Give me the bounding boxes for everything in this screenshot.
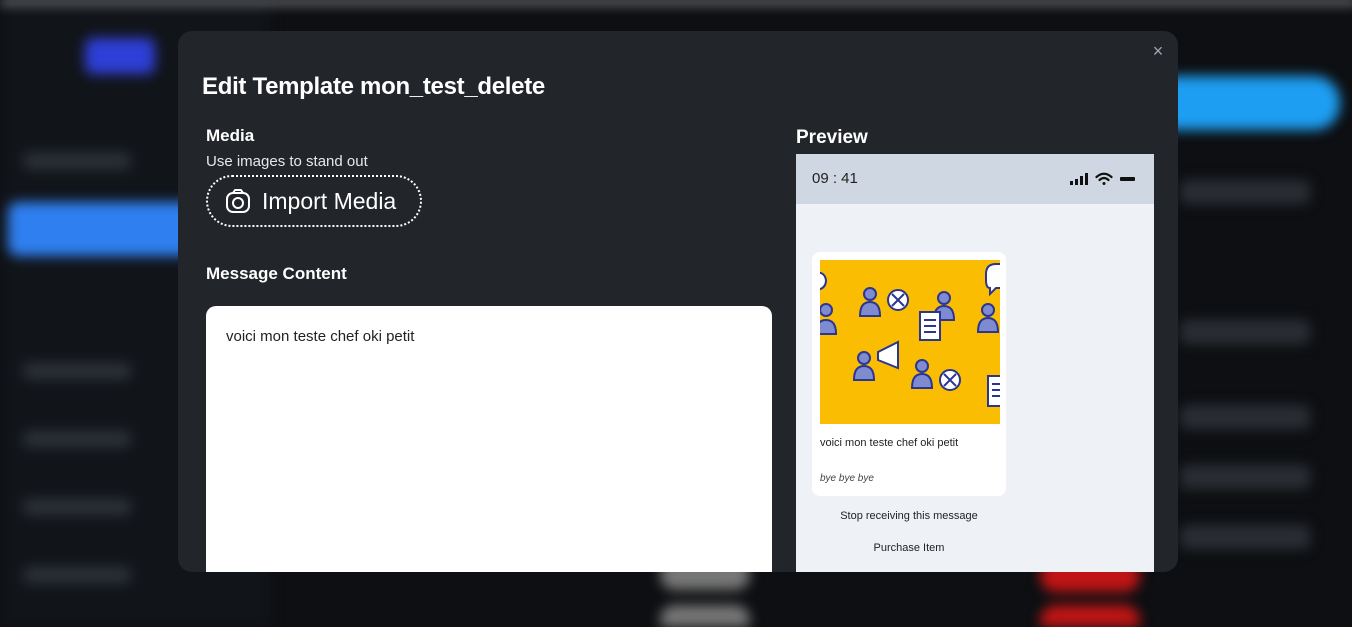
- message-content-label: Message Content: [206, 264, 347, 283]
- right-border: [1352, 0, 1358, 627]
- logo: [85, 38, 155, 74]
- background-badge: [1040, 605, 1140, 627]
- sidebar-item-active: [8, 202, 198, 256]
- background-row: [1180, 405, 1310, 429]
- background-button: [1150, 76, 1340, 130]
- phone-preview: 09 : 41 voici mon teste chef oki petit b…: [796, 154, 1154, 572]
- edit-template-modal: × Edit Template mon_test_delete Media Us…: [178, 31, 1178, 572]
- battery-icon: [1120, 177, 1135, 181]
- quick-reply-stop[interactable]: Stop receiving this message: [812, 510, 1006, 522]
- background-row: [1180, 180, 1310, 204]
- media-label: Media: [206, 126, 255, 145]
- signal-icon: [1070, 173, 1088, 185]
- phone-status-bar: 09 : 41: [796, 154, 1154, 204]
- sidebar-item: [22, 430, 132, 448]
- message-content-input[interactable]: voici mon teste chef oki petit: [206, 306, 772, 572]
- import-media-label: Import Media: [262, 187, 397, 214]
- card-message-text: voici mon teste chef oki petit: [820, 437, 959, 449]
- message-card: voici mon teste chef oki petit bye bye b…: [812, 252, 1006, 496]
- media-subtitle: Use images to stand out: [206, 153, 368, 170]
- camera-icon: [226, 189, 250, 213]
- sidebar-item: [22, 362, 132, 380]
- close-icon[interactable]: ×: [1148, 41, 1168, 61]
- modal-title: Edit Template mon_test_delete: [202, 73, 545, 100]
- status-icons: [1070, 172, 1136, 186]
- media-image: [820, 260, 1000, 424]
- import-media-button[interactable]: Import Media: [206, 175, 422, 227]
- background-badge: [660, 605, 750, 627]
- people-illustration: [820, 263, 1000, 407]
- quick-reply-purchase[interactable]: Purchase Item: [812, 542, 1006, 554]
- sidebar-item: [22, 566, 132, 584]
- background-row: [1180, 320, 1310, 344]
- preview-label: Preview: [796, 127, 868, 148]
- phone-time: 09 : 41: [812, 170, 858, 187]
- card-footer-text: bye bye bye: [820, 473, 874, 484]
- wifi-icon: [1095, 172, 1113, 185]
- background-row: [1180, 465, 1310, 489]
- message-content-text: voici mon teste chef oki petit: [226, 328, 415, 345]
- sidebar-item: [22, 152, 132, 170]
- sidebar-item: [22, 498, 132, 516]
- background-row: [1180, 525, 1310, 549]
